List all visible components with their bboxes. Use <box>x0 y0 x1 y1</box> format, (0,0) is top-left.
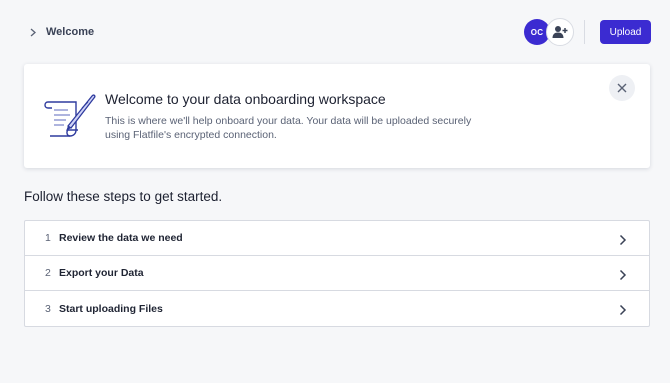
close-icon <box>617 83 627 93</box>
steps-list: 1 Review the data we need 2 Export your … <box>24 220 650 327</box>
step-number: 2 <box>45 267 51 279</box>
welcome-title: Welcome to your data onboarding workspac… <box>105 91 386 107</box>
step-item-export[interactable]: 2 Export your Data <box>25 256 649 291</box>
avatar-initials: OC <box>530 27 544 37</box>
step-number: 3 <box>45 302 51 315</box>
add-user-icon <box>552 26 568 38</box>
chevron-right-icon <box>619 269 627 281</box>
step-label: Start uploading Files <box>59 302 163 315</box>
step-item-upload[interactable]: 3 Start uploading Files <box>25 291 649 326</box>
top-bar: Welcome OC Upload <box>0 0 670 64</box>
chevron-right-icon <box>619 234 627 246</box>
step-number: 1 <box>45 232 51 244</box>
step-label: Export your Data <box>59 267 144 279</box>
close-button[interactable] <box>609 75 635 101</box>
chevron-right-icon <box>619 304 627 316</box>
scroll-quill-icon <box>42 90 98 142</box>
welcome-card: Welcome to your data onboarding workspac… <box>24 64 650 168</box>
step-label: Review the data we need <box>59 232 183 244</box>
chevron-right-icon <box>30 26 38 38</box>
breadcrumb-current[interactable]: Welcome <box>46 26 94 38</box>
add-user-button[interactable] <box>546 18 574 46</box>
upload-button[interactable]: Upload <box>600 20 651 44</box>
steps-heading: Follow these steps to get started. <box>24 189 223 204</box>
step-item-review[interactable]: 1 Review the data we need <box>25 221 649 256</box>
breadcrumb: Welcome <box>30 26 94 38</box>
welcome-description: This is where we'll help onboard your da… <box>105 115 472 141</box>
header-divider <box>584 20 585 44</box>
